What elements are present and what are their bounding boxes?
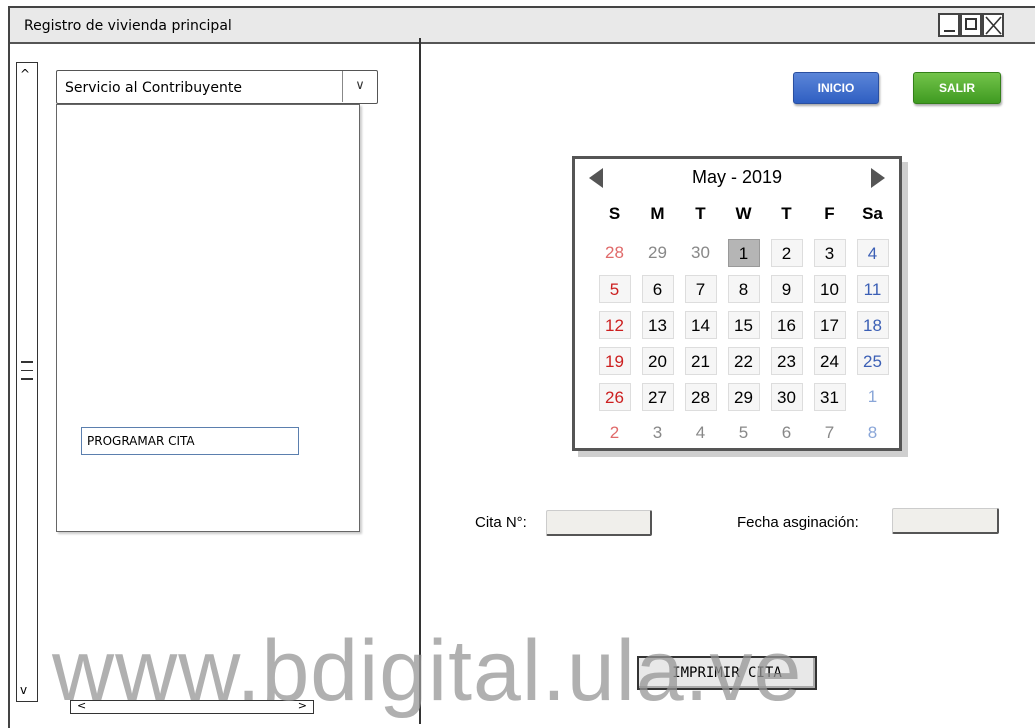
calendar-day[interactable]: 6 bbox=[765, 419, 808, 455]
maximize-icon bbox=[965, 18, 977, 30]
calendar-day[interactable]: 3 bbox=[808, 239, 851, 275]
calendar-month-title: May - 2019 bbox=[691, 167, 783, 187]
calendar-day[interactable]: 26 bbox=[593, 383, 636, 419]
calendar-day[interactable]: 4 bbox=[851, 239, 894, 275]
calendar-day[interactable]: 8 bbox=[722, 275, 765, 311]
horizontal-scrollbar[interactable]: < > bbox=[70, 699, 314, 714]
imprimir-cita-button[interactable]: IMPRIMIR CITA bbox=[637, 656, 817, 690]
calendar-day[interactable]: 5 bbox=[722, 419, 765, 455]
calendar-day[interactable]: 2 bbox=[765, 239, 808, 275]
calendar-day[interactable]: 21 bbox=[679, 347, 722, 383]
minimize-icon bbox=[944, 30, 955, 32]
calendar-day[interactable]: 20 bbox=[636, 347, 679, 383]
calendar-week: 26 27 28 29 30 31 1 bbox=[593, 383, 894, 419]
calendar-day[interactable]: 25 bbox=[851, 347, 894, 383]
vertical-scrollbar[interactable]: ^ v bbox=[16, 62, 38, 702]
calendar-grid: S M T W T F Sa 28 29 30 1 2 3 4 5 6 7 8 … bbox=[593, 203, 894, 455]
calendar-day[interactable]: 17 bbox=[808, 311, 851, 347]
calendar-day[interactable]: 18 bbox=[851, 311, 894, 347]
title-bar: Registro de vivienda principal bbox=[10, 8, 1035, 44]
scroll-up-icon[interactable]: ^ bbox=[20, 67, 30, 81]
weekday-label: T bbox=[695, 204, 706, 223]
minimize-button[interactable] bbox=[938, 13, 960, 37]
calendar-day[interactable]: 27 bbox=[636, 383, 679, 419]
calendar-day[interactable]: 7 bbox=[808, 419, 851, 455]
service-select[interactable]: Servicio al Contribuyente ∨ bbox=[56, 70, 378, 104]
close-button[interactable] bbox=[982, 13, 1004, 37]
weekday-label: T bbox=[781, 204, 792, 223]
service-list[interactable]: PROGRAMAR CITA bbox=[56, 104, 360, 532]
calendar-day[interactable]: 8 bbox=[851, 419, 894, 455]
weekday-label: Sa bbox=[862, 204, 883, 223]
calendar-day[interactable]: 15 bbox=[722, 311, 765, 347]
calendar-week: 12 13 14 15 16 17 18 bbox=[593, 311, 894, 347]
calendar-day[interactable]: 28 bbox=[593, 239, 636, 275]
salir-button[interactable]: SALIR bbox=[913, 72, 1001, 104]
calendar-day[interactable]: 22 bbox=[722, 347, 765, 383]
scroll-down-icon[interactable]: v bbox=[20, 683, 27, 697]
calendar-day[interactable]: 19 bbox=[593, 347, 636, 383]
chevron-down-icon[interactable]: ∨ bbox=[342, 71, 377, 102]
calendar-day[interactable]: 7 bbox=[679, 275, 722, 311]
calendar-day[interactable]: 5 bbox=[593, 275, 636, 311]
calendar-day[interactable]: 11 bbox=[851, 275, 894, 311]
date-picker-calendar: May - 2019 S M T W T F Sa 28 29 30 1 2 3… bbox=[572, 156, 902, 451]
calendar-week: 19 20 21 22 23 24 25 bbox=[593, 347, 894, 383]
fecha-asignacion-label: Fecha asginación: bbox=[737, 514, 859, 531]
inicio-button[interactable]: INICIO bbox=[793, 72, 879, 104]
list-item-programar-cita[interactable]: PROGRAMAR CITA bbox=[81, 427, 299, 455]
weekday-label: W bbox=[735, 204, 752, 223]
cita-number-field[interactable] bbox=[546, 510, 652, 536]
fecha-asignacion-field[interactable] bbox=[892, 508, 999, 534]
calendar-day[interactable]: 2 bbox=[593, 419, 636, 455]
window-title: Registro de vivienda principal bbox=[24, 18, 232, 34]
next-month-icon[interactable] bbox=[871, 168, 885, 188]
calendar-day[interactable]: 29 bbox=[722, 383, 765, 419]
calendar-day[interactable]: 30 bbox=[679, 239, 722, 275]
calendar-week: 2 3 4 5 6 7 8 bbox=[593, 419, 894, 455]
scroll-right-icon[interactable]: > bbox=[298, 699, 307, 712]
weekday-header-row: S M T W T F Sa bbox=[593, 203, 894, 239]
service-select-value: Servicio al Contribuyente bbox=[65, 80, 242, 96]
calendar-day[interactable]: 29 bbox=[636, 239, 679, 275]
close-icon bbox=[985, 16, 1002, 35]
calendar-week: 28 29 30 1 2 3 4 bbox=[593, 239, 894, 275]
calendar-day[interactable]: 24 bbox=[808, 347, 851, 383]
panel-divider bbox=[419, 38, 421, 724]
weekday-label: F bbox=[824, 204, 835, 223]
weekday-label: M bbox=[650, 204, 665, 223]
calendar-day[interactable]: 9 bbox=[765, 275, 808, 311]
scroll-left-icon[interactable]: < bbox=[77, 699, 86, 712]
calendar-day[interactable]: 4 bbox=[679, 419, 722, 455]
calendar-day[interactable]: 31 bbox=[808, 383, 851, 419]
scroll-thumb[interactable] bbox=[21, 361, 33, 387]
weekday-label: S bbox=[608, 204, 621, 223]
calendar-day[interactable]: 16 bbox=[765, 311, 808, 347]
calendar-week: 5 6 7 8 9 10 11 bbox=[593, 275, 894, 311]
calendar-day[interactable]: 23 bbox=[765, 347, 808, 383]
calendar-day[interactable]: 12 bbox=[593, 311, 636, 347]
calendar-day[interactable]: 10 bbox=[808, 275, 851, 311]
calendar-day-selected[interactable]: 1 bbox=[722, 239, 765, 275]
calendar-day[interactable]: 28 bbox=[679, 383, 722, 419]
cita-number-label: Cita N°: bbox=[475, 514, 527, 531]
calendar-day[interactable]: 13 bbox=[636, 311, 679, 347]
calendar-day[interactable]: 3 bbox=[636, 419, 679, 455]
calendar-day[interactable]: 1 bbox=[851, 383, 894, 419]
maximize-button[interactable] bbox=[960, 13, 982, 37]
calendar-day[interactable]: 30 bbox=[765, 383, 808, 419]
calendar-day[interactable]: 14 bbox=[679, 311, 722, 347]
calendar-day[interactable]: 6 bbox=[636, 275, 679, 311]
